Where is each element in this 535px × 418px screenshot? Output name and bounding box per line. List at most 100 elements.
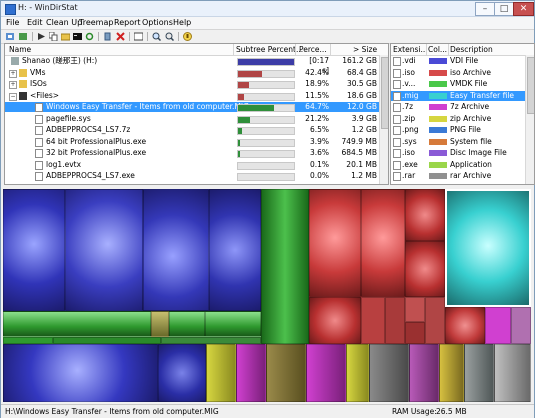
column-divider[interactable] xyxy=(330,44,331,55)
column-divider[interactable] xyxy=(448,44,449,55)
column-size[interactable]: > Size xyxy=(353,45,377,54)
treemap-file-rar[interactable] xyxy=(369,344,409,402)
refresh-selected-icon[interactable] xyxy=(19,32,28,41)
tree-row-file[interactable]: 32 bit ProfessionalPlus.exe 3.6% 684.5 MB xyxy=(5,148,388,158)
copy-path-icon[interactable] xyxy=(48,31,58,42)
extension-row[interactable]: .mig Easy Transfer file xyxy=(391,90,534,101)
maximize-button[interactable]: □ xyxy=(494,2,514,16)
treemap-file-iso[interactable] xyxy=(425,297,445,344)
column-extension[interactable]: Extensi... xyxy=(393,45,428,54)
column-name[interactable]: Name xyxy=(9,45,31,54)
tree-row-drive[interactable]: Shanao (蹉那王) (H:) [0:17 s] 161.2 GB xyxy=(5,56,388,75)
expand-toggle-icon[interactable]: − xyxy=(9,92,17,101)
treemap-file-rar[interactable] xyxy=(464,344,494,402)
close-button[interactable]: ✕ xyxy=(513,2,534,16)
scroll-thumb[interactable] xyxy=(527,57,534,114)
explorer-here-icon[interactable] xyxy=(60,32,71,41)
treemap-file-iso[interactable] xyxy=(405,297,425,322)
treemap-file-exe[interactable] xyxy=(511,307,531,344)
treemap-file-iso[interactable] xyxy=(361,297,385,344)
treemap-file-7z[interactable] xyxy=(485,307,511,344)
zoom-out-icon[interactable] xyxy=(165,32,175,42)
column-percent[interactable]: Perce... xyxy=(299,45,327,54)
treemap-file-7z[interactable] xyxy=(236,344,266,402)
extension-row[interactable]: .v... VMDK File xyxy=(391,79,534,89)
treemap-file-other[interactable] xyxy=(151,311,169,337)
treemap-file-iso[interactable] xyxy=(361,189,405,297)
refresh-icon[interactable] xyxy=(85,32,94,41)
treemap-file-iso[interactable] xyxy=(385,297,405,344)
treemap-file-vdi[interactable] xyxy=(3,189,65,311)
treemap-file-iso[interactable] xyxy=(405,189,445,241)
treemap-file-rar[interactable] xyxy=(494,344,531,402)
tree-row-folder[interactable]: + ISOs 18.9% 30.5 GB xyxy=(5,79,388,89)
treemap-file-other[interactable] xyxy=(266,344,306,402)
treemap-file-vmdk[interactable] xyxy=(53,337,161,344)
extension-scrollbar[interactable] xyxy=(525,55,534,184)
extension-row[interactable]: .iso Disc Image File xyxy=(391,148,534,158)
extension-row[interactable]: .sys System file xyxy=(391,137,534,147)
scroll-thumb[interactable] xyxy=(381,57,388,129)
column-subtree-percent[interactable]: Subtree Percent... xyxy=(236,45,303,54)
menu-help[interactable]: Help xyxy=(173,18,191,27)
column-divider[interactable] xyxy=(426,44,427,55)
menu-file[interactable]: File xyxy=(6,18,19,27)
extension-list[interactable]: Extensi... Col... Description .vdi VDI Fi… xyxy=(390,43,535,185)
treemap-file-zip[interactable] xyxy=(206,344,236,402)
extension-row[interactable]: .zip zip Archive xyxy=(391,114,534,124)
treemap-view[interactable] xyxy=(3,189,531,402)
menu-report[interactable]: Report xyxy=(114,18,141,27)
menu-edit[interactable]: Edit xyxy=(27,18,43,27)
minimize-button[interactable]: – xyxy=(475,2,495,16)
treemap-file-vdi[interactable] xyxy=(158,344,206,402)
expand-toggle-icon[interactable]: + xyxy=(9,81,17,89)
zoom-in-icon[interactable] xyxy=(152,32,162,42)
treemap-file-iso[interactable] xyxy=(405,322,425,344)
treemap-file-vdi[interactable] xyxy=(65,189,143,311)
menu-treemap[interactable]: Treemap xyxy=(79,18,113,27)
treemap-file-vmdk[interactable] xyxy=(205,311,261,337)
delete-to-recycle-icon[interactable] xyxy=(103,32,112,41)
treemap-file-mig-selected[interactable] xyxy=(445,189,531,307)
select-folder-icon[interactable] xyxy=(133,32,144,41)
tree-row-file[interactable]: Windows Easy Transfer - Items from old c… xyxy=(5,102,388,112)
tree-row-file[interactable]: ADBEPPROCS4_LS7.7z 6.5% 1.2 GB xyxy=(5,125,388,135)
menu-options[interactable]: Options xyxy=(142,18,173,27)
extension-row[interactable]: .png PNG File xyxy=(391,125,534,135)
tree-row-folder[interactable]: + VMs 42.4% 68.4 GB xyxy=(5,68,388,78)
treemap-file-sys[interactable] xyxy=(445,307,485,344)
tree-row-file[interactable]: pagefile.sys 21.2% 3.9 GB xyxy=(5,114,388,124)
refresh-all-icon[interactable] xyxy=(6,32,15,41)
treemap-file-vdi[interactable] xyxy=(209,189,261,311)
help-icon[interactable] xyxy=(183,32,192,41)
treemap-file-7z[interactable] xyxy=(306,344,346,402)
column-description[interactable]: Description xyxy=(450,45,493,54)
extension-row[interactable]: .7z 7z Archive xyxy=(391,102,534,112)
tree-scrollbar[interactable] xyxy=(379,55,388,184)
open-item-icon[interactable] xyxy=(37,32,46,41)
menu-clean-up[interactable]: Clean Up xyxy=(46,18,82,27)
title-bar[interactable]: H: - WinDirStat – □ ✕ xyxy=(1,1,534,17)
tree-row-file[interactable]: 64 bit ProfessionalPlus.exe 3.9% 749.9 MB xyxy=(5,137,388,147)
treemap-file-iso[interactable] xyxy=(405,241,445,297)
tree-row-file[interactable]: log1.evtx 0.1% 20.1 MB xyxy=(5,160,388,170)
treemap-file-vmdk[interactable] xyxy=(169,311,205,337)
command-prompt-icon[interactable] xyxy=(73,32,82,41)
extension-row[interactable]: .vdi VDI File xyxy=(391,56,534,66)
treemap-file-vmdk[interactable] xyxy=(3,337,53,344)
extension-row[interactable]: .iso iso Archive xyxy=(391,68,534,78)
treemap-file-iso[interactable] xyxy=(309,297,361,344)
column-divider[interactable] xyxy=(295,44,296,55)
extension-row[interactable]: .rar rar Archive xyxy=(391,171,534,181)
treemap-file-vmdk[interactable] xyxy=(261,189,309,344)
treemap-file-zip[interactable] xyxy=(439,344,464,402)
tree-row-file[interactable]: ADBEPPROCS4_LS7.exe 0.0% 1.2 MB xyxy=(5,171,388,181)
treemap-file-iso[interactable] xyxy=(309,189,361,297)
directory-tree[interactable]: Name Subtree Percent... Perce... > Size … xyxy=(4,43,389,185)
treemap-file-vmdk[interactable] xyxy=(161,337,261,344)
column-divider[interactable] xyxy=(233,44,234,55)
treemap-file-vmdk[interactable] xyxy=(3,311,151,337)
treemap-file-vdi[interactable] xyxy=(3,344,158,402)
expand-toggle-icon[interactable]: + xyxy=(9,69,17,78)
tree-row-files-group[interactable]: − <Files> 11.5% 18.6 GB xyxy=(5,91,388,101)
